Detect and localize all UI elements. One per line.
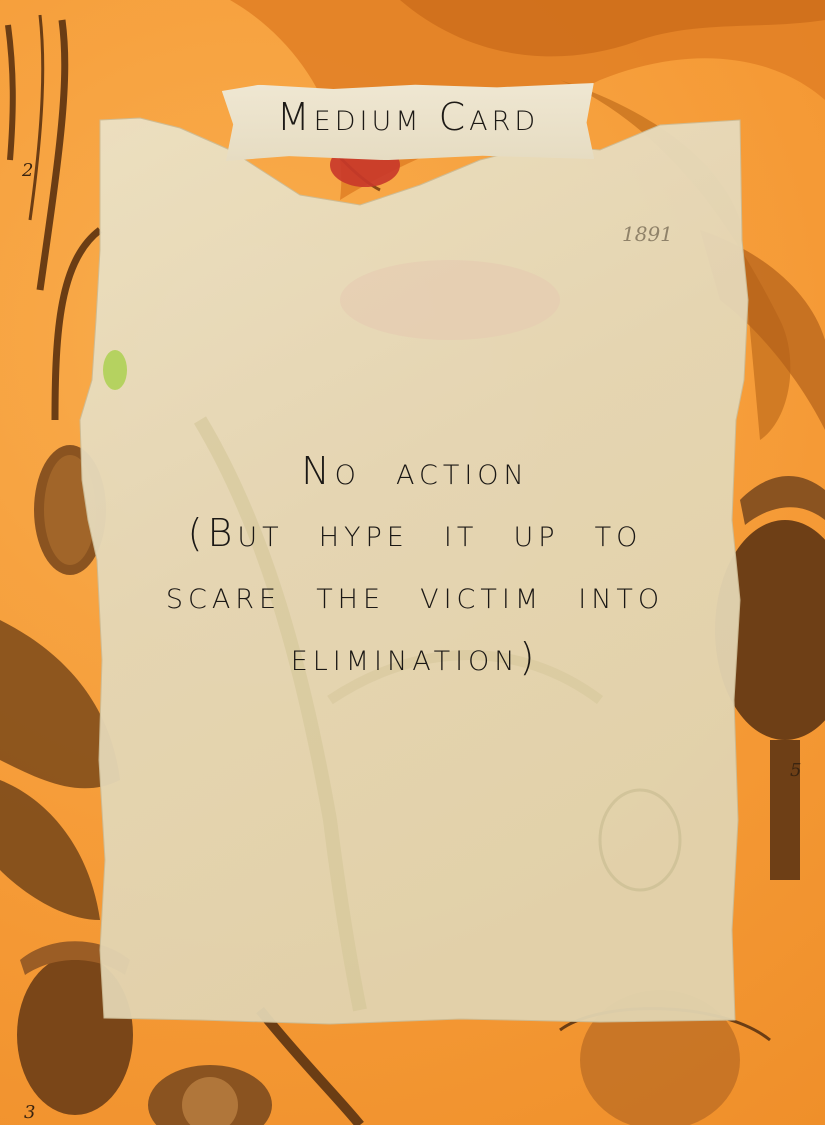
paper-note-year: 1891	[622, 222, 673, 246]
plate-number-3: 3	[24, 1102, 36, 1123]
card-body-line: elimination)	[290, 635, 540, 679]
card-title: Medium Card	[276, 95, 540, 139]
card-body-line: (But hype it up to	[187, 511, 643, 555]
card-body: No action (But hype it up to scare the v…	[130, 440, 700, 688]
card-background: 2 5 3 1891 Medium Card No action (But hy…	[0, 0, 825, 1125]
card-body-line: No action	[301, 449, 529, 493]
plate-number-2: 2	[22, 160, 34, 181]
card-body-line: scare the victim into	[165, 573, 665, 617]
plate-number-5: 5	[790, 760, 802, 781]
